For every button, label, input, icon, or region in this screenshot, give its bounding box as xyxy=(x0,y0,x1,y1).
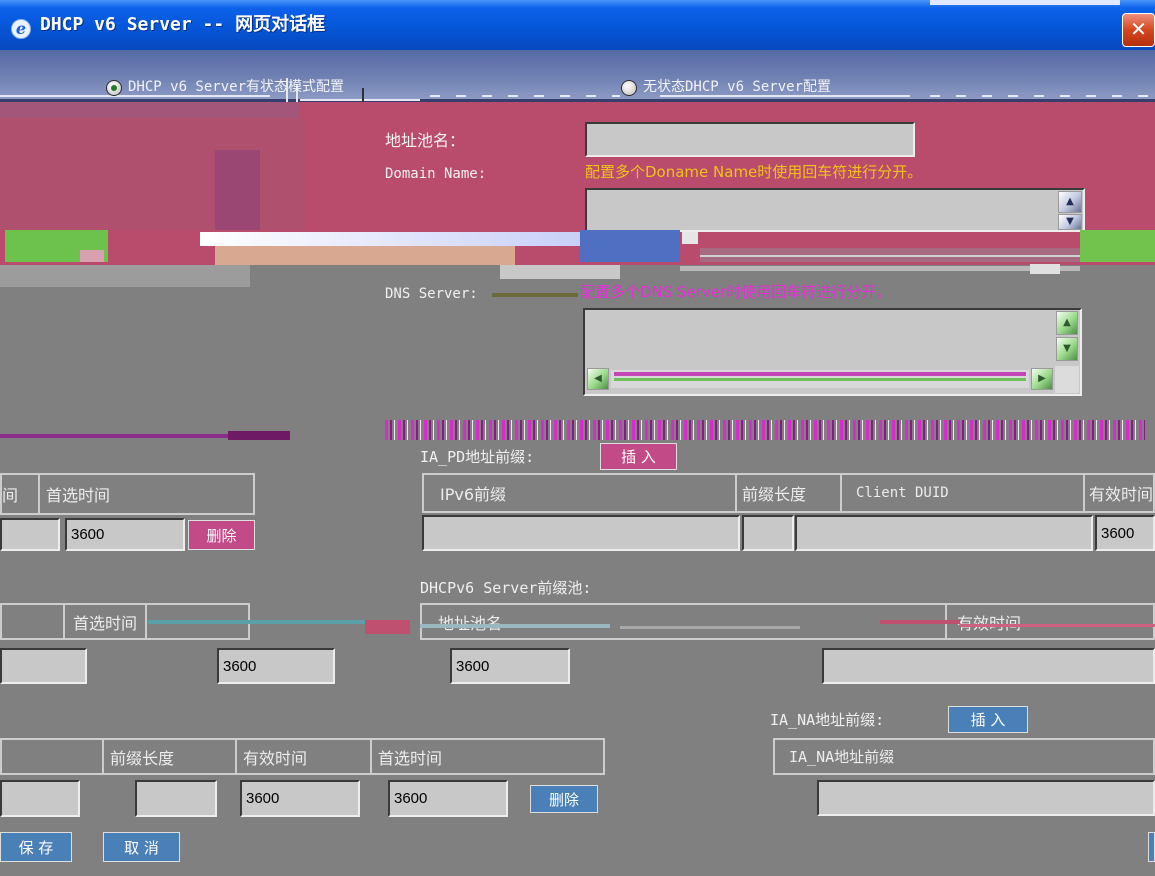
glitch-line xyxy=(420,624,610,628)
prefix-pool-time-input[interactable] xyxy=(217,648,335,684)
close-icon: ✕ xyxy=(1130,17,1147,41)
glitch-block xyxy=(215,246,515,265)
glitch-line xyxy=(930,95,1155,97)
close-button[interactable]: ✕ xyxy=(1122,13,1155,47)
domain-name-textarea[interactable] xyxy=(585,188,1085,232)
ie-icon: e xyxy=(11,19,31,39)
prefix-pool-header-cell: 首选时间 xyxy=(63,603,147,640)
glitch-line xyxy=(492,293,578,297)
prefix-table-header-cell xyxy=(0,738,104,775)
prefix-pool-input[interactable] xyxy=(822,648,1155,684)
glitch-block xyxy=(580,230,680,262)
glitch-block xyxy=(0,102,300,118)
radio-stateful-mode[interactable] xyxy=(106,80,122,96)
scroll-left-icon[interactable]: ◀ xyxy=(587,368,609,390)
dns-server-hint: 配置多个DNS Server时使用回车符进行分开。 xyxy=(580,283,892,301)
ia-pd-header-cell: IPv6前缀 xyxy=(422,473,737,513)
prefix-pool-label: DHCPv6 Server前缀池: xyxy=(420,579,592,597)
ia-pd-valid-time-input[interactable] xyxy=(1095,515,1155,551)
ia-pd-prefix-input[interactable] xyxy=(422,515,740,551)
scroll-right-icon[interactable]: ▶ xyxy=(1031,368,1053,390)
ia-na-label: IA_NA地址前缀: xyxy=(770,711,885,729)
prefix-table-header-cell: 前缀长度 xyxy=(102,738,237,775)
ia-na-insert-button[interactable]: 插 入 xyxy=(948,706,1028,733)
dns-server-label: DNS Server: xyxy=(385,286,478,302)
ia-pd-header-cell: 有效时间 xyxy=(1083,473,1155,513)
glitch-line xyxy=(300,99,420,101)
prefix-input[interactable] xyxy=(0,780,80,817)
title-bar-highlight xyxy=(930,0,1120,5)
radio-stateless-mode[interactable] xyxy=(621,80,637,96)
glitch-line xyxy=(880,620,960,624)
prefix-pool-time-input[interactable] xyxy=(450,648,570,684)
cancel-button[interactable]: 取 消 xyxy=(103,832,180,862)
delete-button[interactable]: 删除 xyxy=(188,520,255,550)
address-table-header-cell: 间 xyxy=(0,473,40,515)
glitch-line xyxy=(614,378,1026,381)
glitch-block xyxy=(200,232,580,246)
prefix-pool-input[interactable] xyxy=(0,648,87,684)
pool-name-label: 地址池名： xyxy=(385,131,466,150)
scrollbar-corner xyxy=(1055,366,1079,393)
preferred-time-input[interactable] xyxy=(65,518,185,551)
scroll-up-icon[interactable]: ▲ xyxy=(1058,191,1082,213)
ia-na-header-cell: IA_NA地址前缀 xyxy=(773,738,1155,775)
scroll-down-icon[interactable]: ▼ xyxy=(1058,214,1082,230)
prefix-pool-header-cell xyxy=(0,603,65,640)
glitch-line xyxy=(700,255,1080,257)
prefix-pool-header-cell: 地址池名 xyxy=(420,603,947,640)
ia-pd-insert-button[interactable]: 插 入 xyxy=(600,443,677,470)
window-title: DHCP v6 Server -- 网页对话框 xyxy=(40,14,326,35)
glitch-block xyxy=(215,150,260,230)
ia-pd-duid-input[interactable] xyxy=(795,515,1093,551)
prefix-table-header-cell: 首选时间 xyxy=(370,738,605,775)
glitch-block xyxy=(228,431,290,440)
glitch-line xyxy=(620,626,800,629)
glitch-block xyxy=(365,620,410,634)
glitch-block xyxy=(0,265,250,287)
domain-name-hint: 配置多个Doname Name时使用回车符进行分开。 xyxy=(585,163,923,181)
prefix-table-header-cell: 有效时间 xyxy=(235,738,372,775)
prefix-length-input[interactable] xyxy=(135,780,217,817)
glitch-line xyxy=(680,266,1080,271)
glitch-line xyxy=(0,434,230,438)
ia-pd-label: IA_PD地址前缀: xyxy=(420,448,535,466)
ia-pd-header-cell: 前缀长度 xyxy=(735,473,842,513)
glitch-line xyxy=(430,95,620,97)
garbled-text-strip xyxy=(385,420,1145,440)
offscreen-button-edge[interactable] xyxy=(1148,832,1155,862)
glitch-line xyxy=(960,624,1155,627)
preferred-time-input[interactable] xyxy=(388,780,508,817)
glitch-block xyxy=(80,250,104,262)
glitch-block xyxy=(1080,230,1155,262)
ia-pd-header-cell: Client DUID xyxy=(840,473,1085,513)
radio-stateful-mode-label[interactable]: DHCP v6 Server有状态模式配置 xyxy=(128,77,344,97)
scroll-up-icon[interactable]: ▲ xyxy=(1056,311,1078,335)
ia-pd-length-input[interactable] xyxy=(742,515,794,551)
pool-name-input[interactable] xyxy=(585,122,915,157)
address-table-header-cell: 首选时间 xyxy=(38,473,255,515)
address-row-input[interactable] xyxy=(0,518,60,551)
glitch-block xyxy=(1030,264,1060,274)
save-button[interactable]: 保 存 xyxy=(0,832,72,862)
glitch-block xyxy=(500,265,620,279)
domain-name-label: Domain Name: xyxy=(385,166,487,182)
scroll-down-icon[interactable]: ▼ xyxy=(1056,337,1078,361)
glitch-block xyxy=(682,232,698,244)
prefix-pool-header-cell: 有效时间 xyxy=(945,603,1155,640)
delete-button[interactable]: 删除 xyxy=(530,785,598,813)
glitch-line xyxy=(614,372,1026,376)
ia-na-prefix-input[interactable] xyxy=(817,780,1155,816)
valid-time-input[interactable] xyxy=(240,780,360,817)
radio-stateless-mode-label[interactable]: 无状态DHCP v6 Server配置 xyxy=(643,77,831,97)
